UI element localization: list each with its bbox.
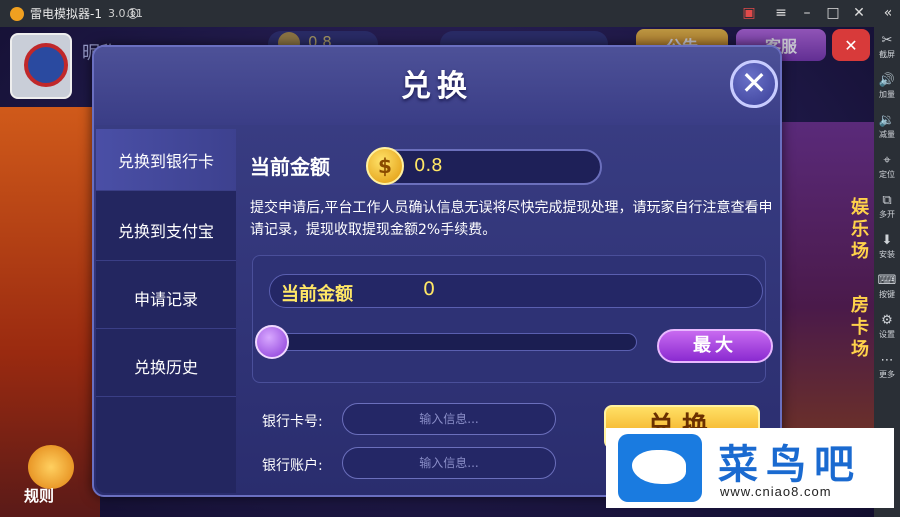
menu-icon[interactable]: ≡ xyxy=(772,4,790,22)
menu-item-label: 兑换到银行卡 xyxy=(117,151,214,171)
sidebar-item-label: 加量 xyxy=(879,90,895,99)
close-window-icon[interactable]: ✕ xyxy=(850,4,868,22)
sidebar-item-label: 定位 xyxy=(879,170,895,179)
sidebar-item-keymap[interactable]: ⌨ 按键 xyxy=(874,267,900,307)
gamepad-icon[interactable]: ◎ xyxy=(124,4,142,22)
rules-label[interactable]: 规则 xyxy=(24,485,54,506)
watermark-url: www.cniao8.com xyxy=(720,484,832,499)
emulator-app-name: 雷电模拟器-1 xyxy=(30,7,102,21)
bank-account-label: 银行账户: xyxy=(262,458,323,474)
bank-card-label: 银行卡号: xyxy=(262,414,323,430)
maximize-icon[interactable]: □ xyxy=(824,4,842,22)
sidebar-item-install[interactable]: ⬇ 安装 xyxy=(874,227,900,267)
sidebar-item-more[interactable]: ⋯ 更多 xyxy=(874,347,900,387)
current-amount-value: 0.8 xyxy=(414,155,443,176)
coin-icon: $ xyxy=(366,147,404,185)
apk-install-icon: ⬇ xyxy=(881,233,893,248)
sidebar-item-screenshot[interactable]: ✂ 截屏 xyxy=(874,27,900,67)
menu-item-apply-records[interactable]: 申请记录 xyxy=(96,267,236,329)
dialog-header: 兑换 ✕ xyxy=(94,47,780,125)
sidebar-item-multi-open[interactable]: ⧉ 多开 xyxy=(874,187,900,227)
sidebar-toggle-icon[interactable]: « xyxy=(879,4,897,22)
sidebar-item-label: 多开 xyxy=(879,210,895,219)
game-entry-label[interactable]: 娱乐场 xyxy=(848,197,872,263)
sidebar-item-label: 减量 xyxy=(879,130,895,139)
watermark: 菜鸟吧 www.cniao8.com xyxy=(606,428,894,508)
location-icon: ⌖ xyxy=(883,153,891,168)
sidebar-item-label: 更多 xyxy=(879,370,895,379)
amount-slider-handle[interactable] xyxy=(255,325,289,359)
emulator-titlebar: 雷电模拟器-1 3.0.11 ◎ ▣ ≡ – □ ✕ « xyxy=(0,0,900,27)
sidebar-item-label: 截屏 xyxy=(879,50,895,59)
max-button[interactable]: 最大 xyxy=(657,329,773,363)
scissors-icon: ✂ xyxy=(881,33,893,48)
watermark-title: 菜鸟吧 xyxy=(718,441,862,488)
game-entry-label[interactable]: 房卡场 xyxy=(848,295,872,361)
rules-icon[interactable] xyxy=(28,445,74,489)
current-amount-label: 当前金额 xyxy=(250,155,330,179)
avatar[interactable] xyxy=(10,33,72,99)
more-icon: ⋯ xyxy=(880,353,894,368)
settings-icon: ⚙ xyxy=(881,313,893,328)
menu-item-bank-card[interactable]: 兑换到银行卡 xyxy=(96,129,236,191)
exchange-amount-value: 0 xyxy=(423,278,436,300)
exit-button[interactable]: ✕ xyxy=(832,29,870,61)
dialog-title: 兑换 xyxy=(401,69,473,104)
keyboard-icon: ⌨ xyxy=(877,273,897,288)
menu-item-alipay[interactable]: 兑换到支付宝 xyxy=(96,199,236,261)
menu-item-label: 兑换历史 xyxy=(133,357,198,377)
exchange-notice: 提交申请后,平台工作人员确认信息无误将尽快完成提现处理，请玩家自行注意查看申请记… xyxy=(250,200,773,238)
bird-logo-icon xyxy=(618,434,702,502)
sidebar-item-label: 设置 xyxy=(879,330,895,339)
volume-down-icon: 🔉 xyxy=(878,113,896,128)
bank-account-input[interactable] xyxy=(342,447,556,479)
emulator-logo-icon xyxy=(10,6,24,21)
exchange-amount-label: 当前金额 xyxy=(281,284,353,305)
menu-item-exchange-history[interactable]: 兑换历史 xyxy=(96,335,236,397)
close-icon: ✕ xyxy=(740,64,768,102)
minimize-icon[interactable]: – xyxy=(798,4,816,22)
amount-panel: 当前金额 0 最大 xyxy=(252,255,773,383)
sidebar-item-settings[interactable]: ⚙ 设置 xyxy=(874,307,900,347)
sidebar-item-label: 按键 xyxy=(879,290,895,299)
exit-icon: ✕ xyxy=(844,35,858,55)
menu-item-label: 兑换到支付宝 xyxy=(117,221,214,241)
sidebar-item-location[interactable]: ⌖ 定位 xyxy=(874,147,900,187)
sidebar-item-volume-down[interactable]: 🔉 减量 xyxy=(874,107,900,147)
exchange-menu: 兑换到银行卡 兑换到支付宝 申请记录 兑换历史 xyxy=(96,129,236,493)
gift-icon[interactable]: ▣ xyxy=(740,4,758,22)
close-dialog-button[interactable]: ✕ xyxy=(730,60,778,108)
sidebar-item-volume-up[interactable]: 🔊 加量 xyxy=(874,67,900,107)
volume-up-icon: 🔊 xyxy=(878,73,896,88)
amount-slider-track[interactable] xyxy=(261,333,637,351)
bank-card-input[interactable] xyxy=(342,403,556,435)
menu-item-label: 申请记录 xyxy=(133,289,198,309)
multi-open-icon: ⧉ xyxy=(882,193,892,208)
sidebar-item-label: 安装 xyxy=(879,250,895,259)
